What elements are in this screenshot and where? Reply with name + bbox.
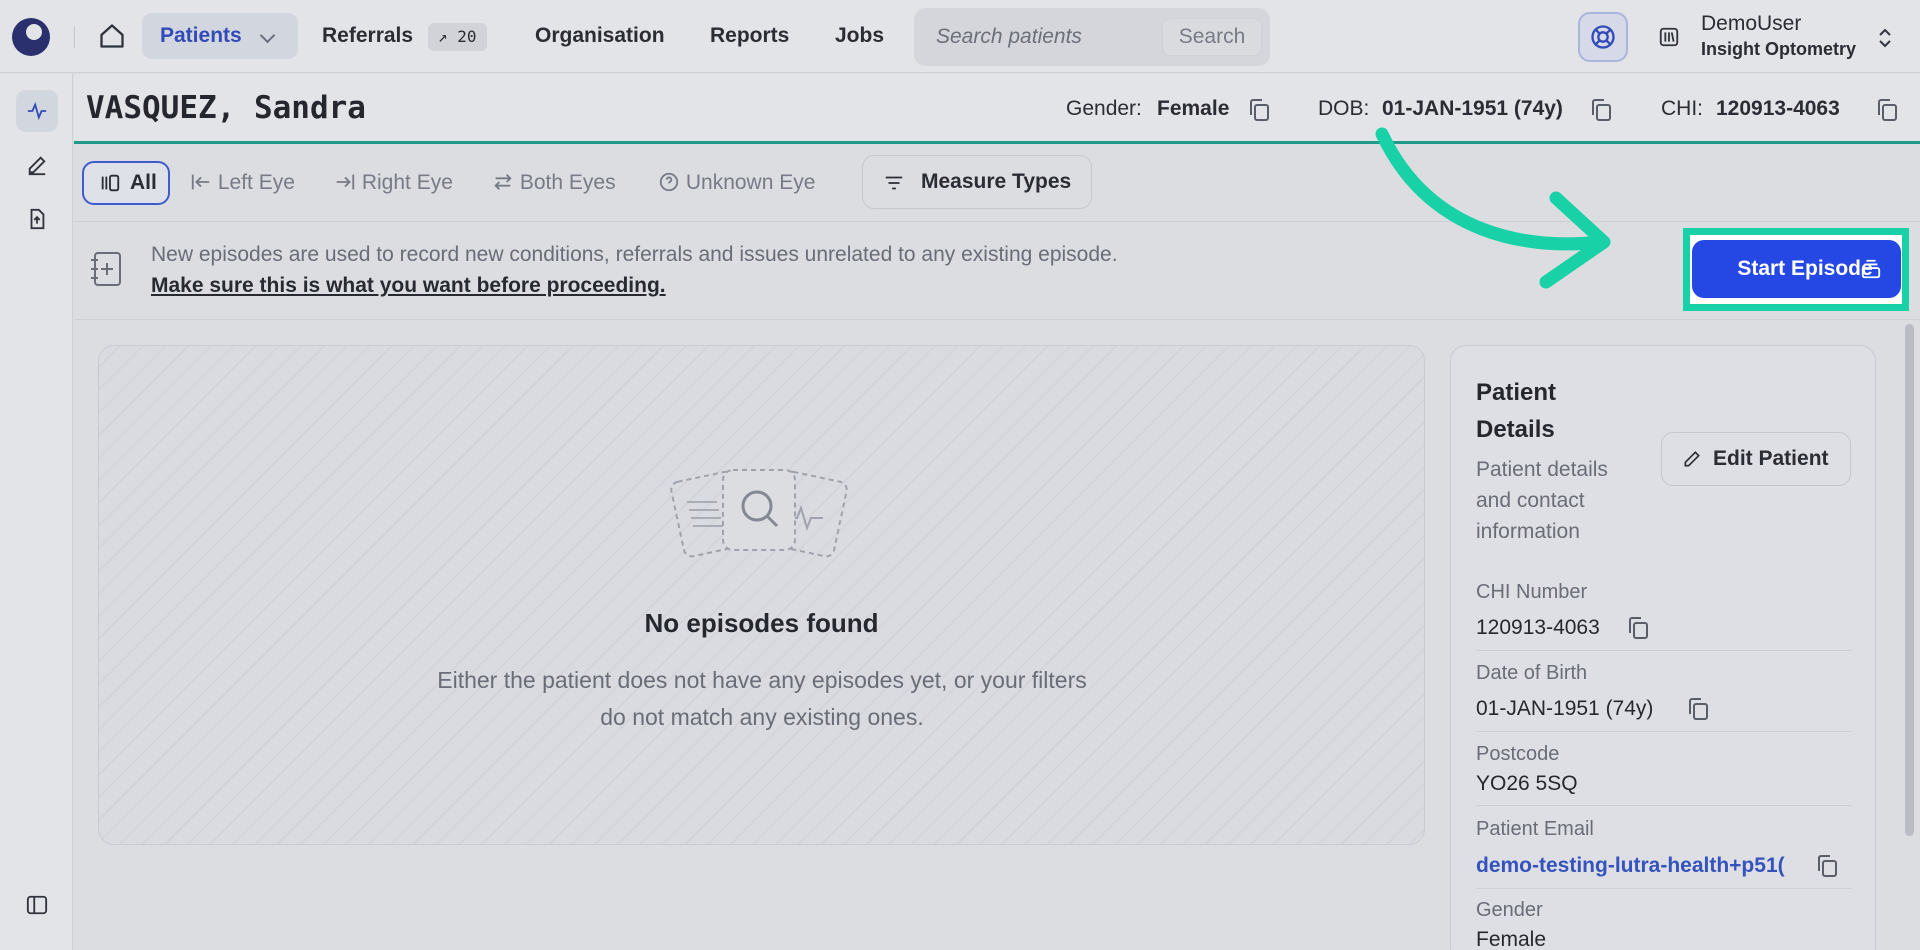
sidebar-item-episodes[interactable]: [16, 90, 58, 132]
chi-label: CHI:: [1661, 97, 1703, 120]
user-name[interactable]: DemoUser: [1701, 12, 1801, 36]
email-label: Patient Email: [1476, 818, 1594, 840]
arrow-right-to-line-icon: [336, 174, 355, 190]
nav-jobs[interactable]: Jobs: [835, 24, 884, 48]
episodes-empty-state: No episodes found Either the patient doe…: [98, 345, 1425, 845]
nav-reports[interactable]: Reports: [710, 24, 789, 48]
dob-label: DOB:: [1318, 97, 1370, 120]
nav-referrals[interactable]: Referrals: [322, 24, 413, 48]
chevrons-up-down-icon[interactable]: [1876, 28, 1894, 48]
edit-patient-label: Edit Patient: [1713, 447, 1829, 470]
pencil-icon: [1684, 451, 1700, 467]
filter-icon: [885, 176, 903, 190]
columns-icon: [101, 174, 120, 192]
top-navigation-bar: Patients Referrals ↗ 20 Organisation Rep…: [0, 0, 1920, 73]
filter-all-label: All: [130, 171, 157, 194]
activity-icon: [27, 101, 47, 121]
dob-value: 01-JAN-1951 (74y): [1382, 97, 1563, 120]
gender-value: Female: [1476, 928, 1547, 950]
home-icon[interactable]: [98, 22, 126, 50]
referrals-count-badge: ↗ 20: [428, 23, 487, 51]
copy-icon[interactable]: [1627, 616, 1649, 640]
start-episode-button[interactable]: Start Episode: [1692, 240, 1901, 298]
start-episode-label: Start Episode: [1737, 257, 1873, 280]
sidebar-toggle-button[interactable]: [16, 884, 58, 926]
gender-label: Gender: [1476, 899, 1543, 921]
email-link[interactable]: demo-testing-lutra-health+p51(: [1476, 853, 1800, 879]
chi-number-label: CHI Number: [1476, 581, 1588, 603]
patient-details-card: Patient Details Patient details and cont…: [1450, 345, 1876, 950]
empty-subtitle: Either the patient does not have any epi…: [437, 667, 1087, 730]
notice-text: New episodes are used to record new cond…: [151, 243, 1118, 266]
search-box: Search: [914, 8, 1270, 66]
eye-filter-bar: All Left Eye Right Eye Both Eyes Unknown…: [74, 147, 1920, 222]
scrollbar[interactable]: [1905, 324, 1914, 836]
app-logo[interactable]: [12, 18, 50, 56]
copy-icon[interactable]: [1687, 697, 1709, 721]
arrow-left-right-icon: [494, 174, 512, 190]
copy-icon[interactable]: [1248, 98, 1270, 122]
filter-all[interactable]: All: [82, 161, 170, 205]
measure-types-label: Measure Types: [921, 170, 1072, 193]
edit-patient-button[interactable]: Edit Patient: [1661, 432, 1851, 486]
filter-unknown-eye-label: Unknown Eye: [685, 171, 816, 194]
nav-organisation[interactable]: Organisation: [535, 24, 665, 48]
library-icon: [1659, 27, 1679, 47]
sidebar-item-edit[interactable]: [16, 144, 58, 186]
copy-icon[interactable]: [1816, 854, 1838, 878]
dob-label: Date of Birth: [1476, 662, 1588, 684]
divider: [1476, 731, 1852, 732]
filter-both-eyes[interactable]: Both Eyes: [492, 161, 616, 205]
filter-unknown-eye[interactable]: Unknown Eye: [658, 161, 815, 205]
gender-value: Female: [1157, 97, 1230, 120]
measure-types-button[interactable]: Measure Types: [862, 155, 1092, 209]
patient-header: VASQUEZ, Sandra Gender: Female DOB: 01-J…: [74, 74, 1920, 144]
gender-label: Gender:: [1066, 97, 1142, 120]
help-button[interactable]: [1578, 12, 1628, 62]
filter-right-eye-label: Right Eye: [361, 171, 453, 194]
notebook-plus-icon: [91, 252, 121, 286]
divider: [1476, 650, 1852, 651]
copy-icon[interactable]: [1590, 98, 1612, 122]
file-upload-icon: [30, 208, 45, 230]
search-input[interactable]: [936, 18, 1146, 56]
postcode-value: YO26 5SQ: [1476, 772, 1578, 795]
filter-right-eye[interactable]: Right Eye: [334, 161, 453, 205]
copy-icon[interactable]: [1876, 98, 1898, 122]
chi-value: 120913-4063: [1716, 97, 1840, 120]
pencil-icon: [28, 156, 46, 176]
layers-icon: [1861, 259, 1881, 279]
empty-title: No episodes found: [644, 608, 879, 638]
filter-left-eye[interactable]: Left Eye: [190, 161, 295, 205]
divider: [1476, 805, 1852, 806]
filter-both-eyes-label: Both Eyes: [519, 171, 616, 194]
search-button[interactable]: Search: [1162, 18, 1262, 56]
panel-left-icon: [26, 895, 48, 915]
sidebar-item-upload[interactable]: [16, 198, 58, 240]
notice-warning-link[interactable]: Make sure this is what you want before p…: [151, 271, 666, 301]
left-sidebar: [0, 74, 73, 950]
divider: [1476, 888, 1852, 889]
divider: [74, 26, 75, 48]
nav-patients-label[interactable]: Patients: [160, 24, 242, 48]
details-subtitle: Patient details and contact information: [1476, 458, 1608, 543]
question-circle-icon: [659, 172, 679, 192]
patient-name: VASQUEZ, Sandra: [86, 90, 366, 126]
arrow-left-to-line-icon: [191, 174, 210, 190]
postcode-label: Postcode: [1476, 743, 1560, 765]
new-episode-notice: New episodes are used to record new cond…: [74, 223, 1920, 320]
user-organisation[interactable]: Insight Optometry: [1701, 38, 1856, 60]
dob-value: 01-JAN-1951 (74y): [1476, 697, 1654, 720]
details-title: Patient Details: [1476, 379, 1557, 443]
lifebuoy-icon: [1591, 25, 1615, 49]
filter-left-eye-label: Left Eye: [217, 171, 295, 194]
chi-number-value: 120913-4063: [1476, 616, 1600, 639]
search-episodes-illustration: [670, 469, 848, 558]
